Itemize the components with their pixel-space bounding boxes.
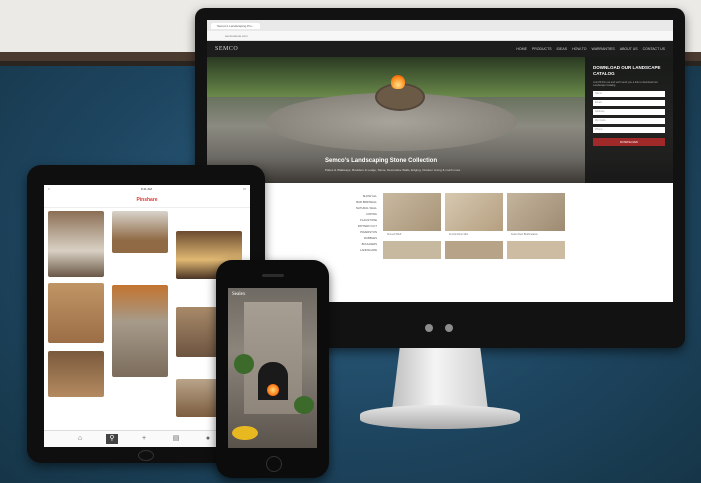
stone-swatch[interactable]	[445, 193, 503, 231]
stone-swatch[interactable]	[383, 193, 441, 231]
tablet-home-button[interactable]	[138, 450, 154, 461]
nav-home[interactable]: HOME	[516, 47, 527, 51]
plant-image	[294, 396, 314, 414]
pin-image[interactable]	[48, 351, 104, 397]
email-field[interactable]: Email	[593, 100, 665, 106]
pin-image[interactable]	[48, 211, 104, 277]
sensor-dot	[445, 324, 453, 332]
phone-logo: Sealex	[232, 292, 246, 297]
camera-dot	[425, 324, 433, 332]
stone-swatch[interactable]	[507, 193, 565, 231]
pin-image[interactable]	[112, 211, 168, 253]
stone-swatch[interactable]	[383, 241, 441, 259]
nav-about-us[interactable]: ABOUT US	[620, 47, 638, 51]
phone-field[interactable]: Phone	[593, 127, 665, 133]
phone-screen: Sealex	[228, 288, 317, 448]
catalog-title: DOWNLOAD OUR LANDSCAPE CATALOG	[593, 65, 661, 76]
tablet-time: 9:41 AM	[140, 187, 152, 191]
download-button[interactable]: DOWNLOAD	[593, 138, 665, 146]
zip-field[interactable]: Zip Code	[593, 118, 665, 124]
profile-icon[interactable]: ●	[202, 434, 214, 444]
phone-device: Sealex	[216, 260, 329, 478]
app-header: Pinshare	[44, 193, 250, 208]
plant-image	[234, 354, 254, 374]
nav-warranties[interactable]: WARRANTIES	[592, 47, 615, 51]
search-icon[interactable]: ⚲	[106, 434, 118, 444]
nav-products[interactable]: PRODUCTS	[532, 47, 552, 51]
category-list: SHOW ALL BAR BRIDWALL NATURAL WALL COPIN…	[323, 193, 377, 253]
catalog-form: DOWNLOAD OUR LANDSCAPE CATALOG Just fill…	[585, 57, 673, 183]
category-item[interactable]: LANDSCAPE	[323, 247, 377, 253]
pin-image[interactable]	[48, 283, 104, 343]
tablet-status-bar: ≈ 9:41 AM ▭	[44, 185, 250, 193]
wifi-icon: ≈	[48, 187, 50, 191]
hero-subtitle: Patios & Walkways, Boulders & Ledge, Sto…	[325, 168, 461, 172]
address-field[interactable]: Address	[593, 109, 665, 115]
address-bar[interactable]: semcostone.com	[207, 31, 673, 41]
swatch-caption: Fernik Moon Mist	[449, 233, 469, 236]
swatch-caption: Kinnerb Bluff	[387, 233, 402, 236]
stone-swatch[interactable]	[507, 241, 565, 259]
swatch-caption: Keitel Dust Bluffmetaton	[511, 233, 538, 236]
nav-links: HOME PRODUCTS IDEAS HOW-TO WARRANTIES AB…	[516, 47, 665, 51]
pin-image[interactable]	[112, 285, 168, 377]
nav-contact-us[interactable]: CONTACT US	[643, 47, 665, 51]
fire-image	[391, 75, 405, 89]
site-logo[interactable]: SEMCO	[215, 46, 238, 52]
name-field[interactable]: Name	[593, 91, 665, 97]
nav-ideas[interactable]: IDEAS	[557, 47, 568, 51]
monitor-stand-neck	[392, 348, 488, 410]
site-navbar: SEMCO HOME PRODUCTS IDEAS HOW-TO WARRANT…	[207, 41, 673, 57]
hero-banner: Semco's Landscaping Stone Collection Pat…	[207, 57, 673, 183]
messages-icon[interactable]: ▤	[170, 434, 182, 444]
battery-icon: ▭	[243, 187, 246, 191]
flowers-image	[232, 426, 258, 440]
catalog-text: Just fill this out and we'll send you a …	[593, 81, 658, 87]
add-icon[interactable]: +	[138, 434, 150, 444]
stone-swatch[interactable]	[445, 241, 503, 259]
phone-home-button[interactable]	[266, 456, 282, 472]
monitor-stand-base	[360, 405, 520, 429]
app-title: Pinshare	[136, 197, 158, 203]
home-icon[interactable]: ⌂	[74, 434, 86, 444]
nav-how-to[interactable]: HOW-TO	[572, 47, 586, 51]
browser-tab-bar: Semco's Landscaping Pro...	[207, 20, 673, 31]
flame-image	[267, 384, 279, 396]
phone-speaker	[262, 274, 284, 277]
browser-tab[interactable]: Semco's Landscaping Pro...	[211, 22, 261, 29]
hero-title: Semco's Landscaping Stone Collection	[325, 158, 438, 164]
